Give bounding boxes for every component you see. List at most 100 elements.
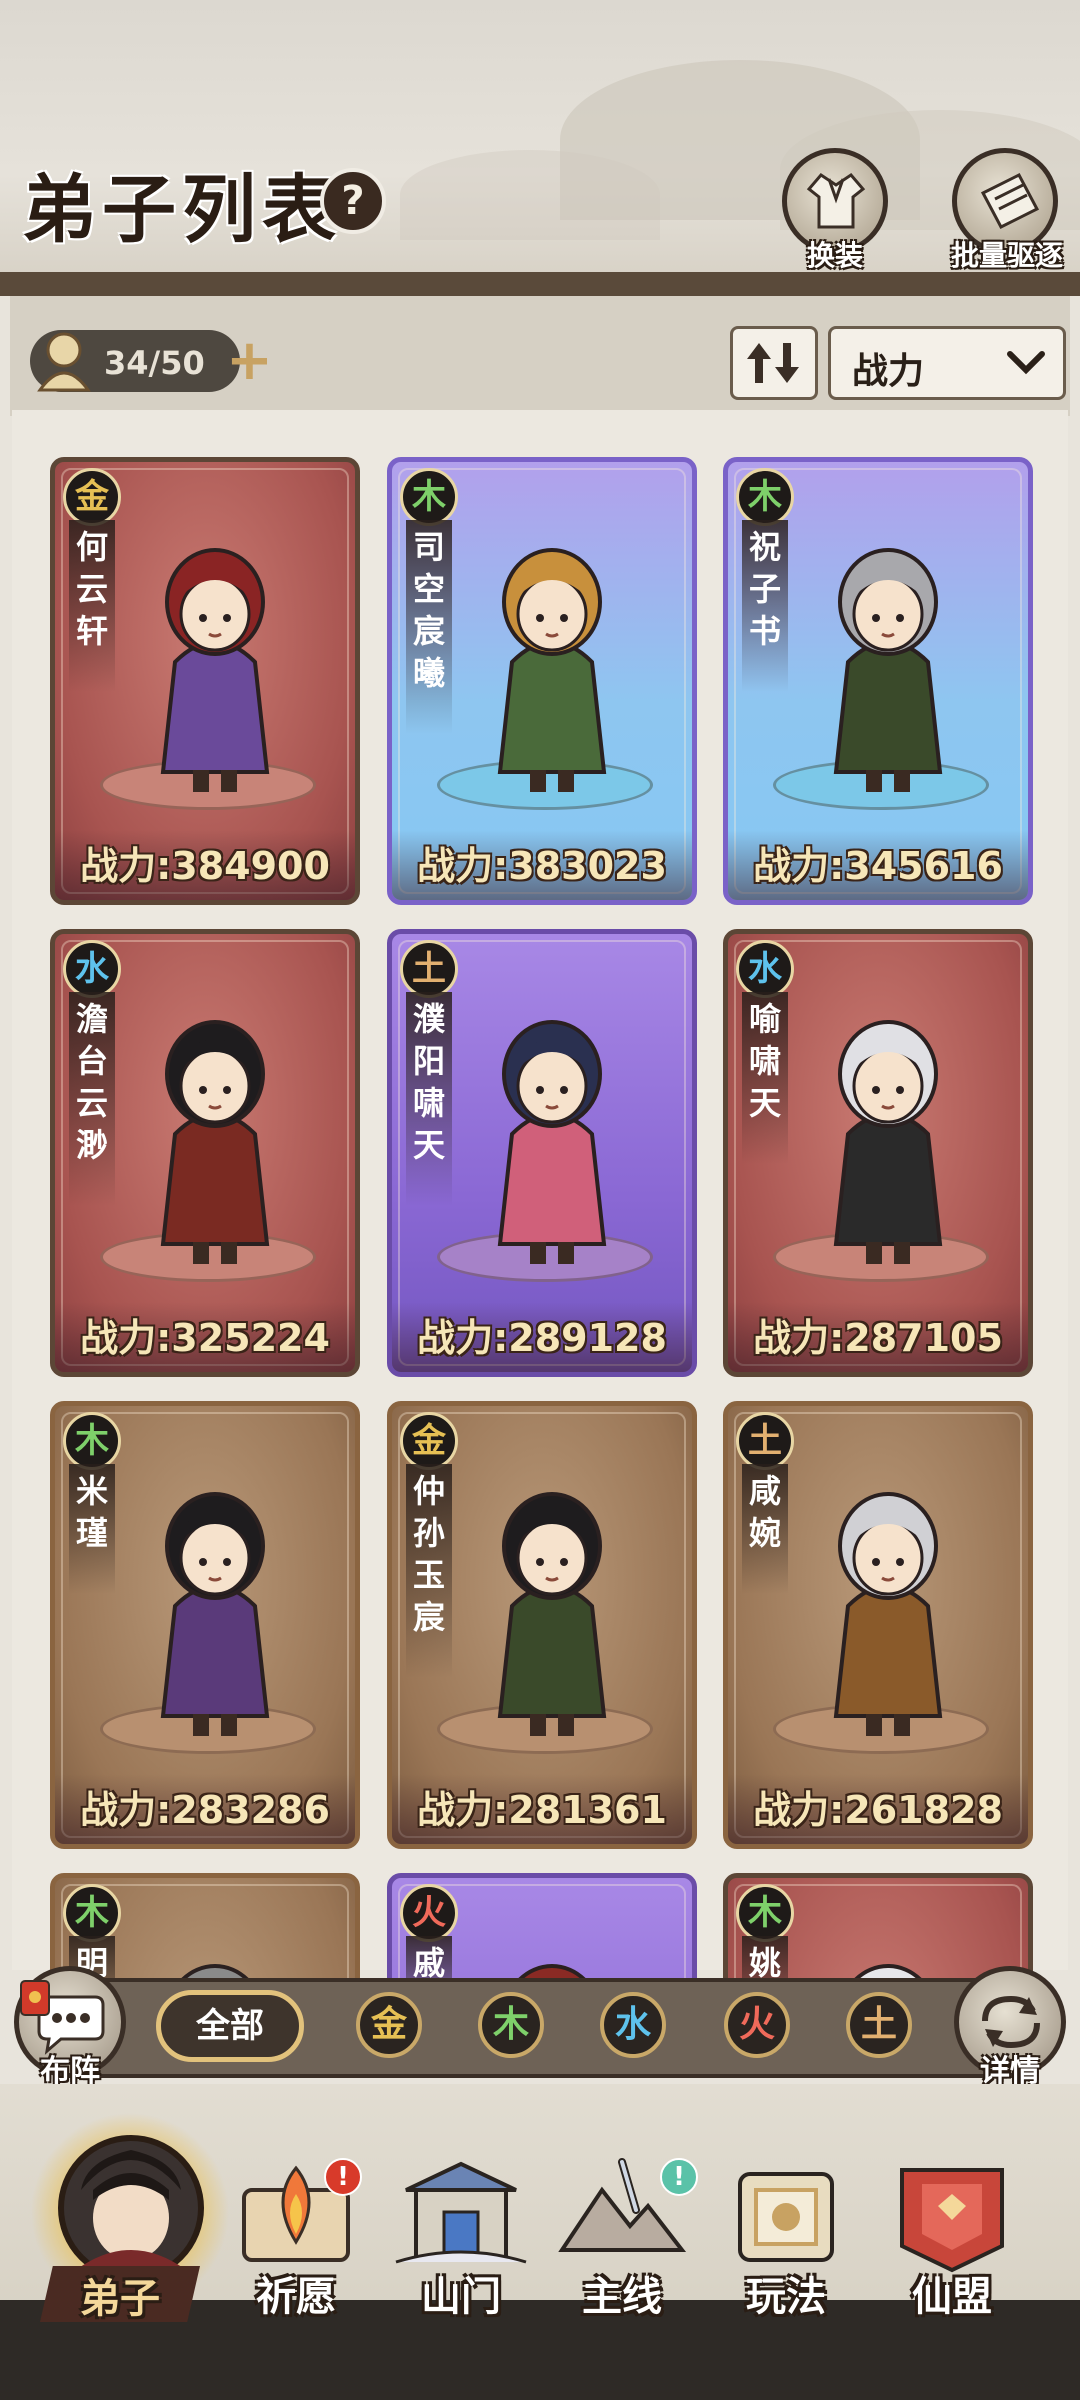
- element-badge: 木: [63, 1884, 121, 1942]
- name-char: 米: [75, 1472, 108, 1510]
- power-value: 战力:383023: [417, 844, 667, 888]
- name-char: 戚: [412, 1944, 445, 1978]
- character-portrait: [181, 1964, 249, 1978]
- disciple-name: 姚: [742, 1936, 788, 1978]
- name-char: 啸: [748, 1042, 781, 1080]
- disciple-card[interactable]: 金仲孙玉宸战力:281361: [387, 1401, 697, 1849]
- disciple-cards: 金何云轩战力:384900 木司空宸曦战力:383023 木祝子书战力:345616…: [0, 0, 1080, 1978]
- disciple-name: 司空宸曦: [406, 520, 452, 734]
- name-char: 啸: [412, 1084, 445, 1122]
- name-char: 天: [412, 1126, 445, 1164]
- alliance-icon: [900, 2168, 1004, 2273]
- nav-mainline-badge: !: [660, 2158, 698, 2196]
- red-envelope-icon: [20, 1980, 50, 2016]
- name-char: 玉: [412, 1556, 445, 1594]
- disciple-card[interactable]: 水喻啸天战力:287105: [723, 929, 1033, 1377]
- name-char: 空: [412, 570, 445, 608]
- disciple-card[interactable]: 木司空宸曦战力:383023: [387, 457, 697, 905]
- filter-wood-button[interactable]: 木: [478, 1992, 544, 2058]
- disciple-card[interactable]: 土濮阳啸天战力:289128: [387, 929, 697, 1377]
- disciple-name: 濮阳啸天: [406, 992, 452, 1206]
- element-badge: 木: [63, 1412, 121, 1470]
- name-char: 瑾: [75, 1514, 108, 1552]
- nav-label-wish: 祈愿: [256, 2274, 336, 2320]
- name-char: 阳: [412, 1042, 445, 1080]
- element-badge: 水: [736, 940, 794, 998]
- disciple-card[interactable]: 木米瑾战力:283286: [50, 1401, 360, 1849]
- disciple-name: 澹台云渺: [69, 992, 115, 1206]
- disciple-name: 仲孙玉宸: [406, 1464, 452, 1678]
- disciple-name: 何云轩: [69, 520, 115, 692]
- disciple-card[interactable]: 木祝子书战力:345616: [723, 457, 1033, 905]
- disciple-name: 戚: [406, 1936, 452, 1978]
- name-char: 司: [412, 528, 445, 566]
- nav-item-gameplay[interactable]: [716, 2150, 856, 2280]
- element-badge: 金: [63, 468, 121, 526]
- filter-all-button[interactable]: 全部: [156, 1990, 304, 2062]
- disciple-card[interactable]: 水澹台云渺战力:325224: [50, 929, 360, 1377]
- name-char: 云: [75, 570, 108, 608]
- nav-wish-badge: !: [324, 2158, 362, 2196]
- nav-label-mainline: 主线: [582, 2274, 662, 2320]
- power-value: 战力:283286: [80, 1788, 330, 1832]
- name-char: 姚: [748, 1944, 781, 1978]
- disciple-name: 喻啸天: [742, 992, 788, 1164]
- character-portrait: [497, 1492, 607, 1736]
- element-badge: 土: [400, 940, 458, 998]
- disciple-card[interactable]: 土咸婉战力:261828: [723, 1401, 1033, 1849]
- filter-metal-button[interactable]: 金: [356, 1992, 422, 2058]
- element-badge: 土: [736, 1412, 794, 1470]
- power-value: 战力:345616: [753, 844, 1003, 888]
- character-portrait: [497, 548, 607, 792]
- name-char: 曦: [412, 654, 445, 692]
- filter-water-button[interactable]: 水: [600, 1992, 666, 2058]
- name-char: 仲: [412, 1472, 445, 1510]
- disciple-card[interactable]: 木姚: [723, 1873, 1033, 1978]
- nav-item-alliance[interactable]: [882, 2150, 1022, 2280]
- power-value: 战力:281361: [417, 1788, 667, 1832]
- element-badge: 金: [400, 1412, 458, 1470]
- name-char: 轩: [75, 612, 108, 650]
- name-char: 天: [748, 1084, 781, 1122]
- nav-item-gate[interactable]: [386, 2150, 536, 2280]
- name-char: 云: [75, 1084, 108, 1122]
- nav-label-alliance: 仙盟: [912, 2274, 992, 2320]
- nav-label-disciple: 弟子: [80, 2276, 160, 2322]
- element-badge: 火: [400, 1884, 458, 1942]
- power-value: 战力:287105: [753, 1316, 1003, 1360]
- name-char: 何: [75, 528, 108, 566]
- name-char: 宸: [412, 1598, 445, 1636]
- name-char: 宸: [412, 612, 445, 650]
- name-char: 祝: [748, 528, 781, 566]
- nav-label-gate: 山门: [421, 2274, 501, 2320]
- character-portrait: [160, 548, 270, 792]
- filter-earth-button[interactable]: 土: [846, 1992, 912, 2058]
- element-badge: 木: [736, 1884, 794, 1942]
- disciple-card[interactable]: 木明: [50, 1873, 360, 1978]
- disciple-card[interactable]: 金何云轩战力:384900: [50, 457, 360, 905]
- character-portrait: [160, 1020, 270, 1264]
- name-char: 澹: [75, 1000, 108, 1038]
- name-char: 渺: [75, 1126, 108, 1164]
- character-portrait: [854, 1964, 922, 1978]
- character-portrait: [160, 1492, 270, 1736]
- disciple-name: 米瑾: [69, 1464, 115, 1594]
- element-badge: 水: [63, 940, 121, 998]
- disciple-name: 咸婉: [742, 1464, 788, 1594]
- name-char: 濮: [412, 1000, 445, 1038]
- power-value: 战力:384900: [80, 844, 330, 888]
- name-char: 孙: [412, 1514, 445, 1552]
- power-value: 战力:261828: [753, 1788, 1003, 1832]
- nav-label-gameplay: 玩法: [746, 2274, 826, 2320]
- name-char: 子: [748, 570, 781, 608]
- disciple-icon: [58, 2135, 204, 2281]
- character-portrait: [518, 1964, 586, 1978]
- disciple-card[interactable]: 火戚: [387, 1873, 697, 1978]
- character-portrait: [833, 548, 943, 792]
- name-char: 咸: [748, 1472, 781, 1510]
- filter-fire-button[interactable]: 火: [724, 1992, 790, 2058]
- disciple-name: 祝子书: [742, 520, 788, 692]
- element-badge: 木: [400, 468, 458, 526]
- power-value: 战力:325224: [80, 1316, 330, 1360]
- gameplay-icon: [738, 2172, 834, 2262]
